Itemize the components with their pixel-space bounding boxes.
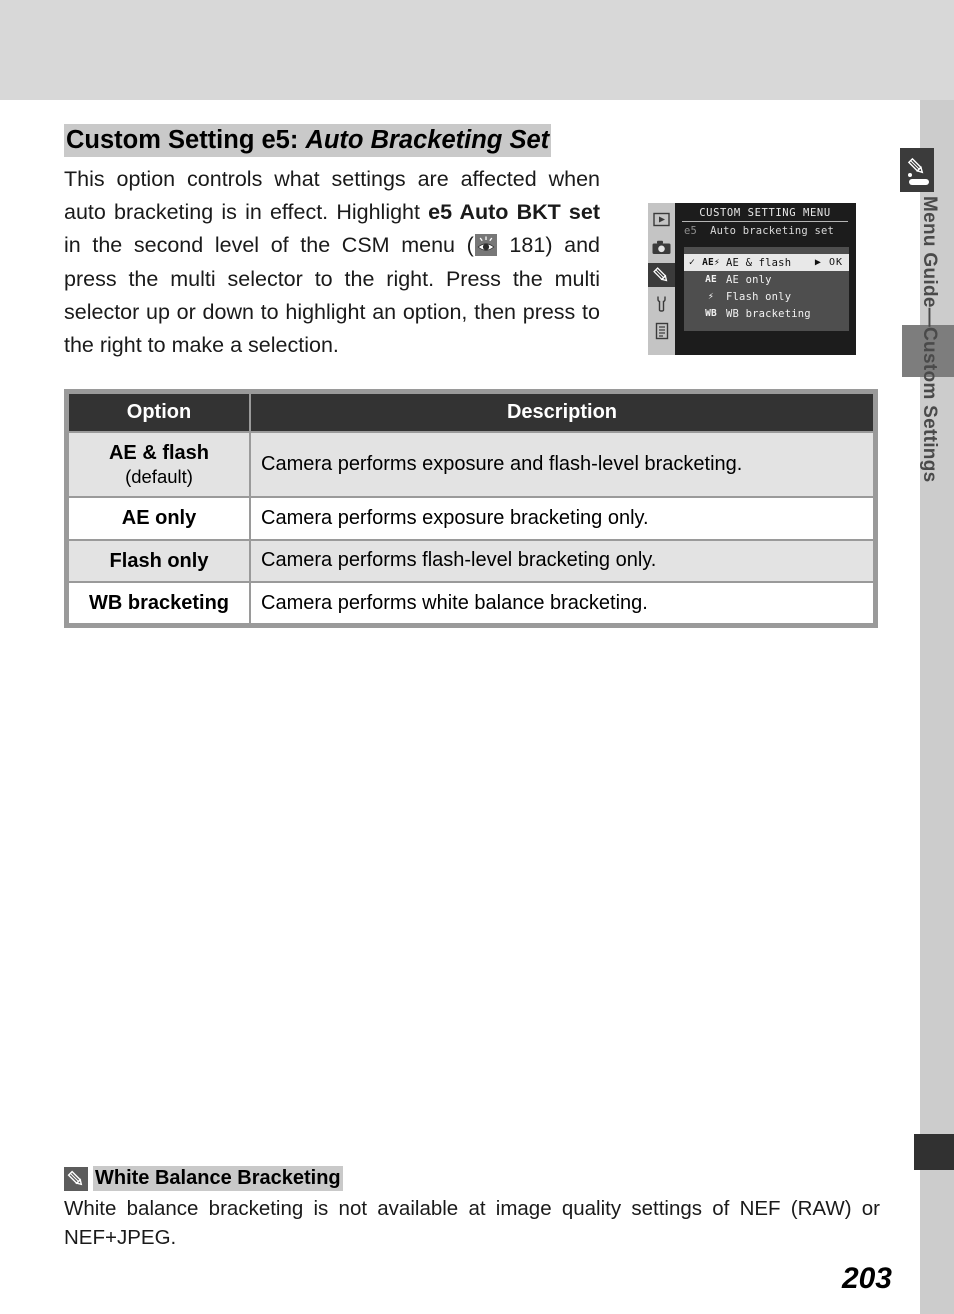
sidebar-pencil-tab	[900, 148, 934, 192]
intro-paragraph: This option controls what settings are a…	[64, 163, 600, 362]
lcd-option-ae-and-flash[interactable]: ✓ AE⚡ AE & flash ▶ OK	[684, 254, 849, 272]
lcd-symbol-flash: ⚡	[708, 291, 714, 303]
camera-lcd-illustration: CUSTOM SETTING MENU e5 Auto bracketing s…	[648, 203, 856, 356]
main-content: Custom Setting e5: Auto Bracketing Set T…	[64, 124, 880, 629]
options-table-wrapper: Option Description AE & flash (default) C…	[64, 389, 878, 629]
page-title-italic: Auto Bracketing Set	[305, 126, 550, 154]
lcd-symbol-ae: AE	[705, 274, 717, 286]
option-label: AE & flash	[108, 442, 210, 465]
lcd-option-wb-bracketing[interactable]: WB WB bracketing	[684, 305, 849, 322]
intro-row: This option controls what settings are a…	[64, 163, 880, 362]
lcd-symbol-wb: WB	[705, 308, 717, 320]
top-gray-band	[0, 0, 954, 100]
lcd-label-wb-bracketing: WB bracketing	[726, 307, 811, 320]
options-table-head: Option Description	[69, 394, 873, 432]
footnote-body: White balance bracketing is not availabl…	[64, 1197, 880, 1249]
column-header-option: Option	[69, 394, 249, 432]
option-cell: AE only	[69, 498, 249, 539]
options-table: Option Description AE & flash (default) C…	[67, 392, 875, 625]
pencil-icon	[906, 156, 928, 178]
options-table-body: AE & flash (default) Camera performs expo…	[69, 433, 873, 624]
pencil-underline-bar	[908, 178, 929, 185]
intro-part2: in the second level of the CSM menu (	[64, 233, 474, 258]
option-cell: WB bracketing	[69, 583, 249, 624]
lcd-option-list: ✓ AE⚡ AE & flash ▶ OK AE AE only ⚡ Flash…	[684, 247, 849, 332]
table-header-row: Option Description	[69, 394, 873, 432]
lcd-ok-indicator[interactable]: ▶ OK	[815, 257, 845, 268]
table-row: WB bracketing Camera performs white bala…	[69, 583, 873, 624]
pencil-icon	[64, 1166, 88, 1191]
lcd-icon-rail	[648, 203, 675, 356]
option-cell: Flash only	[69, 540, 249, 582]
description-cell: Camera performs flash-level bracketing o…	[251, 540, 873, 582]
playback-icon	[650, 207, 673, 231]
lcd-menu-title: CUSTOM SETTING MENU	[682, 207, 848, 223]
page-number: 203	[841, 1262, 892, 1295]
intro-ref-page: 181	[497, 233, 546, 258]
lcd-item-name: Auto bracketing set	[710, 225, 835, 238]
table-row: AE only Camera performs exposure bracket…	[69, 498, 873, 539]
page-title: Custom Setting e5: Auto Bracketing Set	[64, 124, 552, 158]
lcd-ok-label: OK	[828, 257, 843, 269]
lcd-label-ae-flash: AE & flash	[726, 256, 792, 269]
lcd-screen-body: CUSTOM SETTING MENU e5 Auto bracketing s…	[675, 203, 856, 355]
sidebar-section-label: Menu Guide—Custom Settings	[919, 196, 940, 483]
lcd-label-ae-only: AE only	[726, 273, 772, 286]
footnote-block: White Balance Bracketing White balance b…	[64, 1166, 880, 1252]
intro-bold-setting: e5 Auto BKT set	[428, 200, 600, 225]
footnote-header: White Balance Bracketing	[64, 1166, 880, 1191]
pencil-dot	[908, 172, 912, 177]
footnote-title: White Balance Bracketing	[93, 1166, 343, 1191]
description-cell: Camera performs exposure bracketing only…	[251, 498, 873, 539]
lcd-label-flash-only: Flash only	[726, 290, 792, 303]
option-cell: AE & flash (default)	[69, 433, 249, 497]
wrench-icon	[650, 291, 673, 315]
description-cell: Camera performs white balance bracketing…	[251, 583, 873, 624]
lcd-symbol-ae-flash: AE⚡	[702, 257, 720, 269]
lcd-check-mark: ✓	[688, 257, 696, 269]
pencil-icon	[648, 263, 675, 288]
lcd-menu-item: e5 Auto bracketing set	[682, 225, 850, 237]
page-title-prefix: Custom Setting e5:	[66, 126, 306, 154]
lcd-option-ae-only[interactable]: AE AE only	[684, 271, 849, 288]
description-cell: Camera performs exposure and flash-level…	[251, 433, 873, 497]
list-icon	[650, 319, 673, 343]
table-row: AE & flash (default) Camera performs expo…	[69, 433, 873, 497]
option-default-note: (default)	[125, 465, 193, 487]
edge-marker-dark	[914, 1134, 954, 1170]
eye-reference-icon	[474, 234, 497, 257]
column-header-description: Description	[251, 394, 873, 432]
table-row: Flash only Camera performs flash-level b…	[69, 540, 873, 582]
lcd-item-number: e5	[684, 225, 698, 238]
lcd-option-flash-only[interactable]: ⚡ Flash only	[684, 288, 849, 305]
camera-icon	[650, 235, 673, 259]
